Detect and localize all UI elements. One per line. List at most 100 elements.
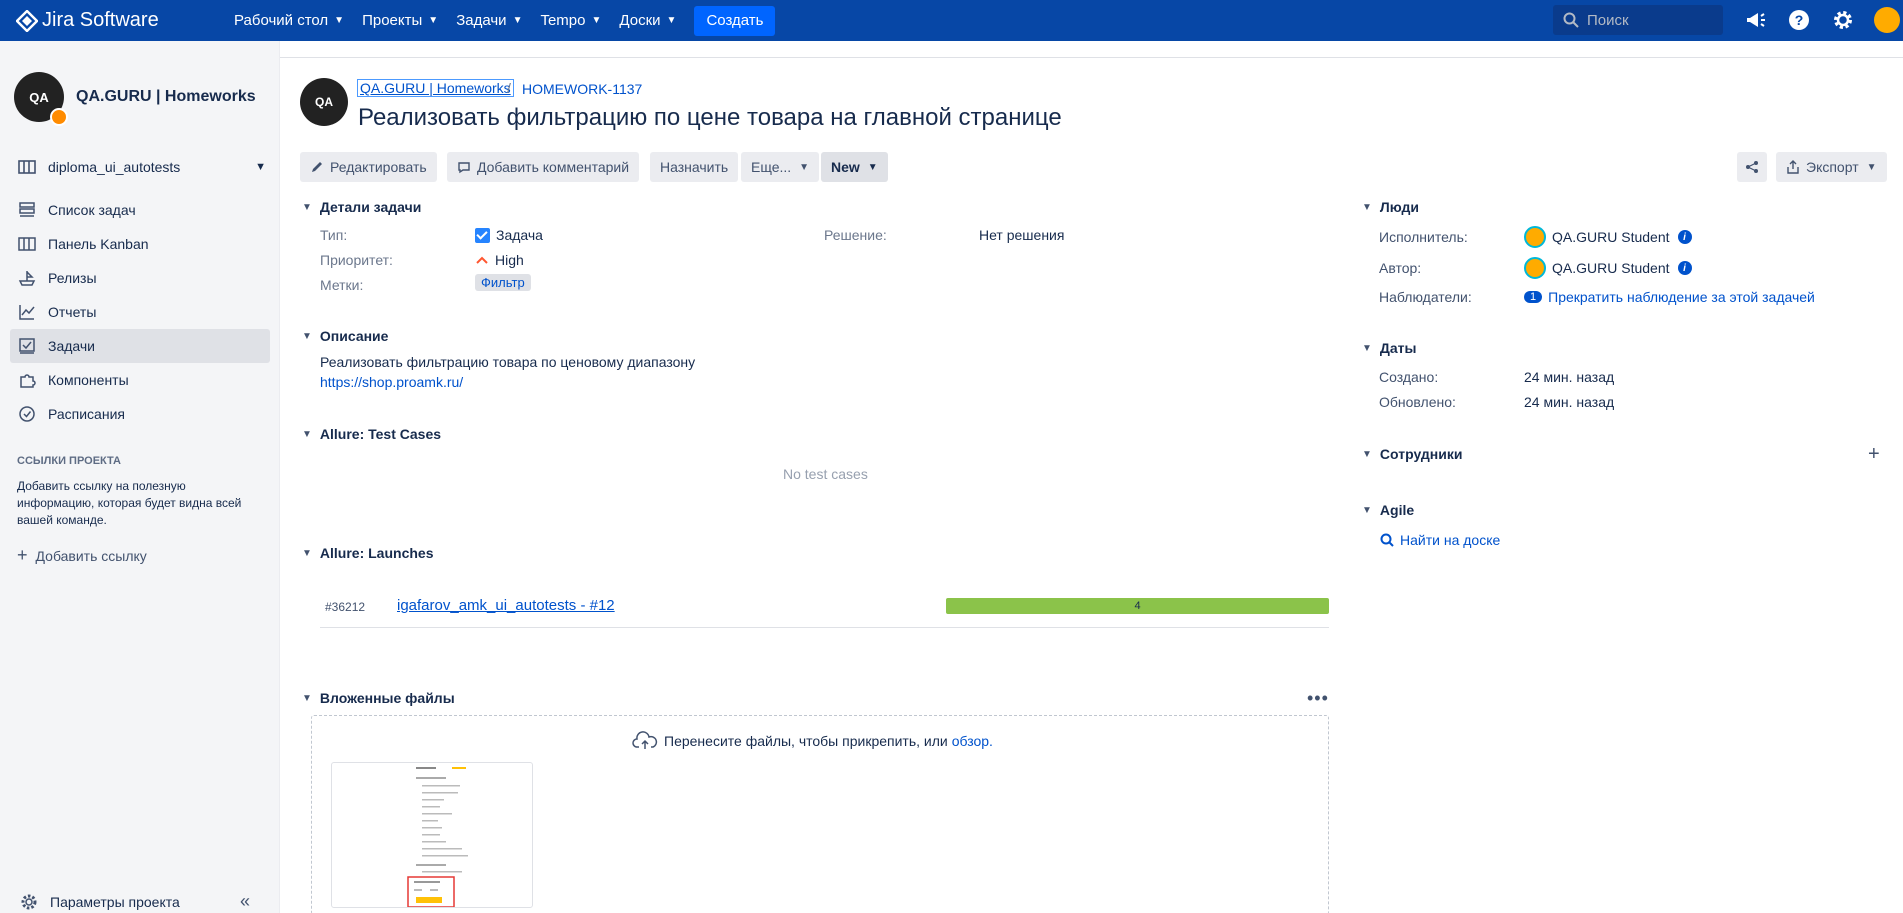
details-title: Детали задачи xyxy=(319,199,422,215)
user-avatar[interactable] xyxy=(1874,7,1900,33)
add-employee-icon[interactable]: + xyxy=(1868,443,1880,466)
sidebar-item-schedules[interactable]: Расписания xyxy=(10,397,270,431)
board-icon xyxy=(18,160,36,174)
add-link-button[interactable]: + Добавить ссылку xyxy=(17,545,147,566)
reporter-value[interactable]: QA.GURU Student i xyxy=(1524,257,1692,279)
edit-label: Редактировать xyxy=(330,159,427,175)
reporter-label: Автор: xyxy=(1379,260,1422,276)
chevron-down-icon: ▼ xyxy=(799,161,810,173)
search-input[interactable]: Поиск xyxy=(1553,5,1723,35)
browse-link[interactable]: обзор. xyxy=(952,733,993,749)
label-chip[interactable]: Фильтр xyxy=(475,274,531,291)
type-text: Задача xyxy=(496,227,543,243)
help-icon[interactable]: ? xyxy=(1787,8,1811,32)
edit-button[interactable]: Редактировать xyxy=(300,152,437,182)
issues-icon xyxy=(19,338,35,354)
nav-boards[interactable]: Доски ▼ xyxy=(619,12,676,29)
launch-id: #36212 xyxy=(325,600,366,614)
allure-launches-section-toggle[interactable]: ▼ Allure: Launches xyxy=(302,545,434,561)
watchers-count-badge[interactable]: 1 xyxy=(1524,291,1543,303)
sidebar-item-issues[interactable]: Задачи xyxy=(10,329,270,363)
chevron-down-icon: ▼ xyxy=(1362,504,1372,516)
assignee-value[interactable]: QA.GURU Student i xyxy=(1524,226,1692,248)
type-value: Задача xyxy=(475,227,543,243)
details-section-toggle[interactable]: ▼ Детали задачи xyxy=(302,199,421,215)
share-button[interactable] xyxy=(1737,152,1767,182)
attachments-section-toggle[interactable]: ▼ Вложенные файлы xyxy=(302,690,455,706)
sidebar-item-backlog[interactable]: Список задач xyxy=(10,193,270,227)
chevron-down-icon: ▼ xyxy=(1362,448,1372,460)
info-icon[interactable]: i xyxy=(1677,261,1692,275)
agile-section-toggle[interactable]: ▼ Agile xyxy=(1362,502,1414,518)
pencil-icon xyxy=(312,162,322,172)
status-button[interactable]: New ▼ xyxy=(821,152,888,182)
sidebar-item-kanban[interactable]: Панель Kanban xyxy=(10,227,270,261)
puzzle-icon xyxy=(20,374,36,388)
employees-section-toggle[interactable]: ▼ Сотрудники xyxy=(1362,446,1462,462)
issue-project-avatar: QA xyxy=(300,78,348,126)
chevron-down-icon: ▼ xyxy=(302,330,312,342)
sidebar-item-releases[interactable]: Релизы xyxy=(10,261,270,295)
sidebar-item-label: Панель Kanban xyxy=(48,236,149,252)
allure-testcases-section-toggle[interactable]: ▼ Allure: Test Cases xyxy=(302,426,441,442)
attachment-thumbnail[interactable] xyxy=(331,762,533,908)
nav-dashboard[interactable]: Рабочий стол ▼ xyxy=(234,12,344,29)
gear-icon[interactable] xyxy=(1831,8,1855,32)
more-actions-button[interactable]: Еще... ▼ xyxy=(741,152,820,182)
board-name: diploma_ui_autotests xyxy=(48,159,181,175)
sidebar-project-header[interactable]: QA QA.GURU | Homeworks xyxy=(14,72,256,126)
nav-tempo[interactable]: Tempo ▼ xyxy=(540,12,601,29)
chevron-down-icon: ▼ xyxy=(1362,342,1372,354)
avatar xyxy=(1524,257,1546,279)
gear-icon xyxy=(21,894,37,910)
add-comment-button[interactable]: Добавить комментарий xyxy=(447,152,640,182)
watchers-label: Наблюдатели: xyxy=(1379,289,1472,305)
description-link[interactable]: https://shop.proamk.ru/ xyxy=(320,374,463,390)
search-placeholder: Поиск xyxy=(1587,11,1629,29)
project-settings-label: Параметры проекта xyxy=(50,894,180,910)
drop-instructions: Перенесите файлы, чтобы прикрепить, или … xyxy=(632,731,993,751)
jira-logo[interactable]: Jira Software xyxy=(16,9,216,32)
chevron-down-icon: ▼ xyxy=(255,161,266,173)
export-label: Экспорт xyxy=(1806,159,1859,175)
megaphone-icon[interactable] xyxy=(1744,8,1768,32)
watchers-value: 1 Прекратить наблюдение за этой задачей xyxy=(1524,289,1815,305)
breadcrumb-issue-key[interactable]: HOMEWORK-1137 xyxy=(522,81,642,97)
sidebar-item-label: Расписания xyxy=(48,406,125,422)
priority-text: High xyxy=(495,252,524,268)
breadcrumb-project[interactable]: QA.GURU | Homeworks xyxy=(357,79,514,97)
export-button[interactable]: Экспорт ▼ xyxy=(1776,152,1887,182)
nav-projects[interactable]: Проекты ▼ xyxy=(362,12,438,29)
create-button[interactable]: Создать xyxy=(694,5,776,36)
clock-icon xyxy=(19,406,35,422)
brand-name: Jira Software xyxy=(42,9,159,31)
assignee-name: QA.GURU Student xyxy=(1552,229,1670,245)
description-section-toggle[interactable]: ▼ Описание xyxy=(302,328,388,344)
sidebar-item-components[interactable]: Компоненты xyxy=(10,363,270,397)
created-value: 24 мин. назад xyxy=(1524,369,1615,385)
project-settings-link[interactable]: Параметры проекта xyxy=(20,893,180,911)
priority-high-icon xyxy=(476,256,488,264)
nav-issues[interactable]: Задачи ▼ xyxy=(456,12,522,29)
assign-button[interactable]: Назначить xyxy=(650,152,739,182)
board-selector[interactable]: diploma_ui_autotests ▼ xyxy=(18,158,266,176)
people-section-toggle[interactable]: ▼ Люди xyxy=(1362,199,1419,215)
issue-title[interactable]: Реализовать фильтрацию по цене товара на… xyxy=(358,104,1062,132)
find-on-board-link[interactable]: Найти на доске xyxy=(1380,532,1500,548)
collapse-sidebar-icon[interactable]: « xyxy=(240,891,250,912)
stop-watching-link[interactable]: Прекратить наблюдение за этой задачей xyxy=(1548,289,1815,305)
project-name: QA.GURU | Homeworks xyxy=(76,88,256,105)
reporter-name: QA.GURU Student xyxy=(1552,260,1670,276)
allure-launches-title: Allure: Launches xyxy=(319,545,434,561)
header-divider xyxy=(0,41,1903,58)
drop-text: Перенесите файлы, чтобы прикрепить, или xyxy=(664,733,948,749)
launch-link[interactable]: igafarov_amk_ui_autotests - #12 xyxy=(397,597,615,614)
sidebar-item-label: Релизы xyxy=(48,270,97,286)
sidebar-item-reports[interactable]: Отчеты xyxy=(10,295,270,329)
more-label: Еще... xyxy=(751,159,792,175)
chevron-down-icon: ▼ xyxy=(666,15,677,26)
attachments-more-icon[interactable]: ••• xyxy=(1307,688,1329,709)
info-icon[interactable]: i xyxy=(1677,230,1692,244)
launch-row-divider xyxy=(320,627,1329,628)
dates-section-toggle[interactable]: ▼ Даты xyxy=(1362,340,1416,356)
